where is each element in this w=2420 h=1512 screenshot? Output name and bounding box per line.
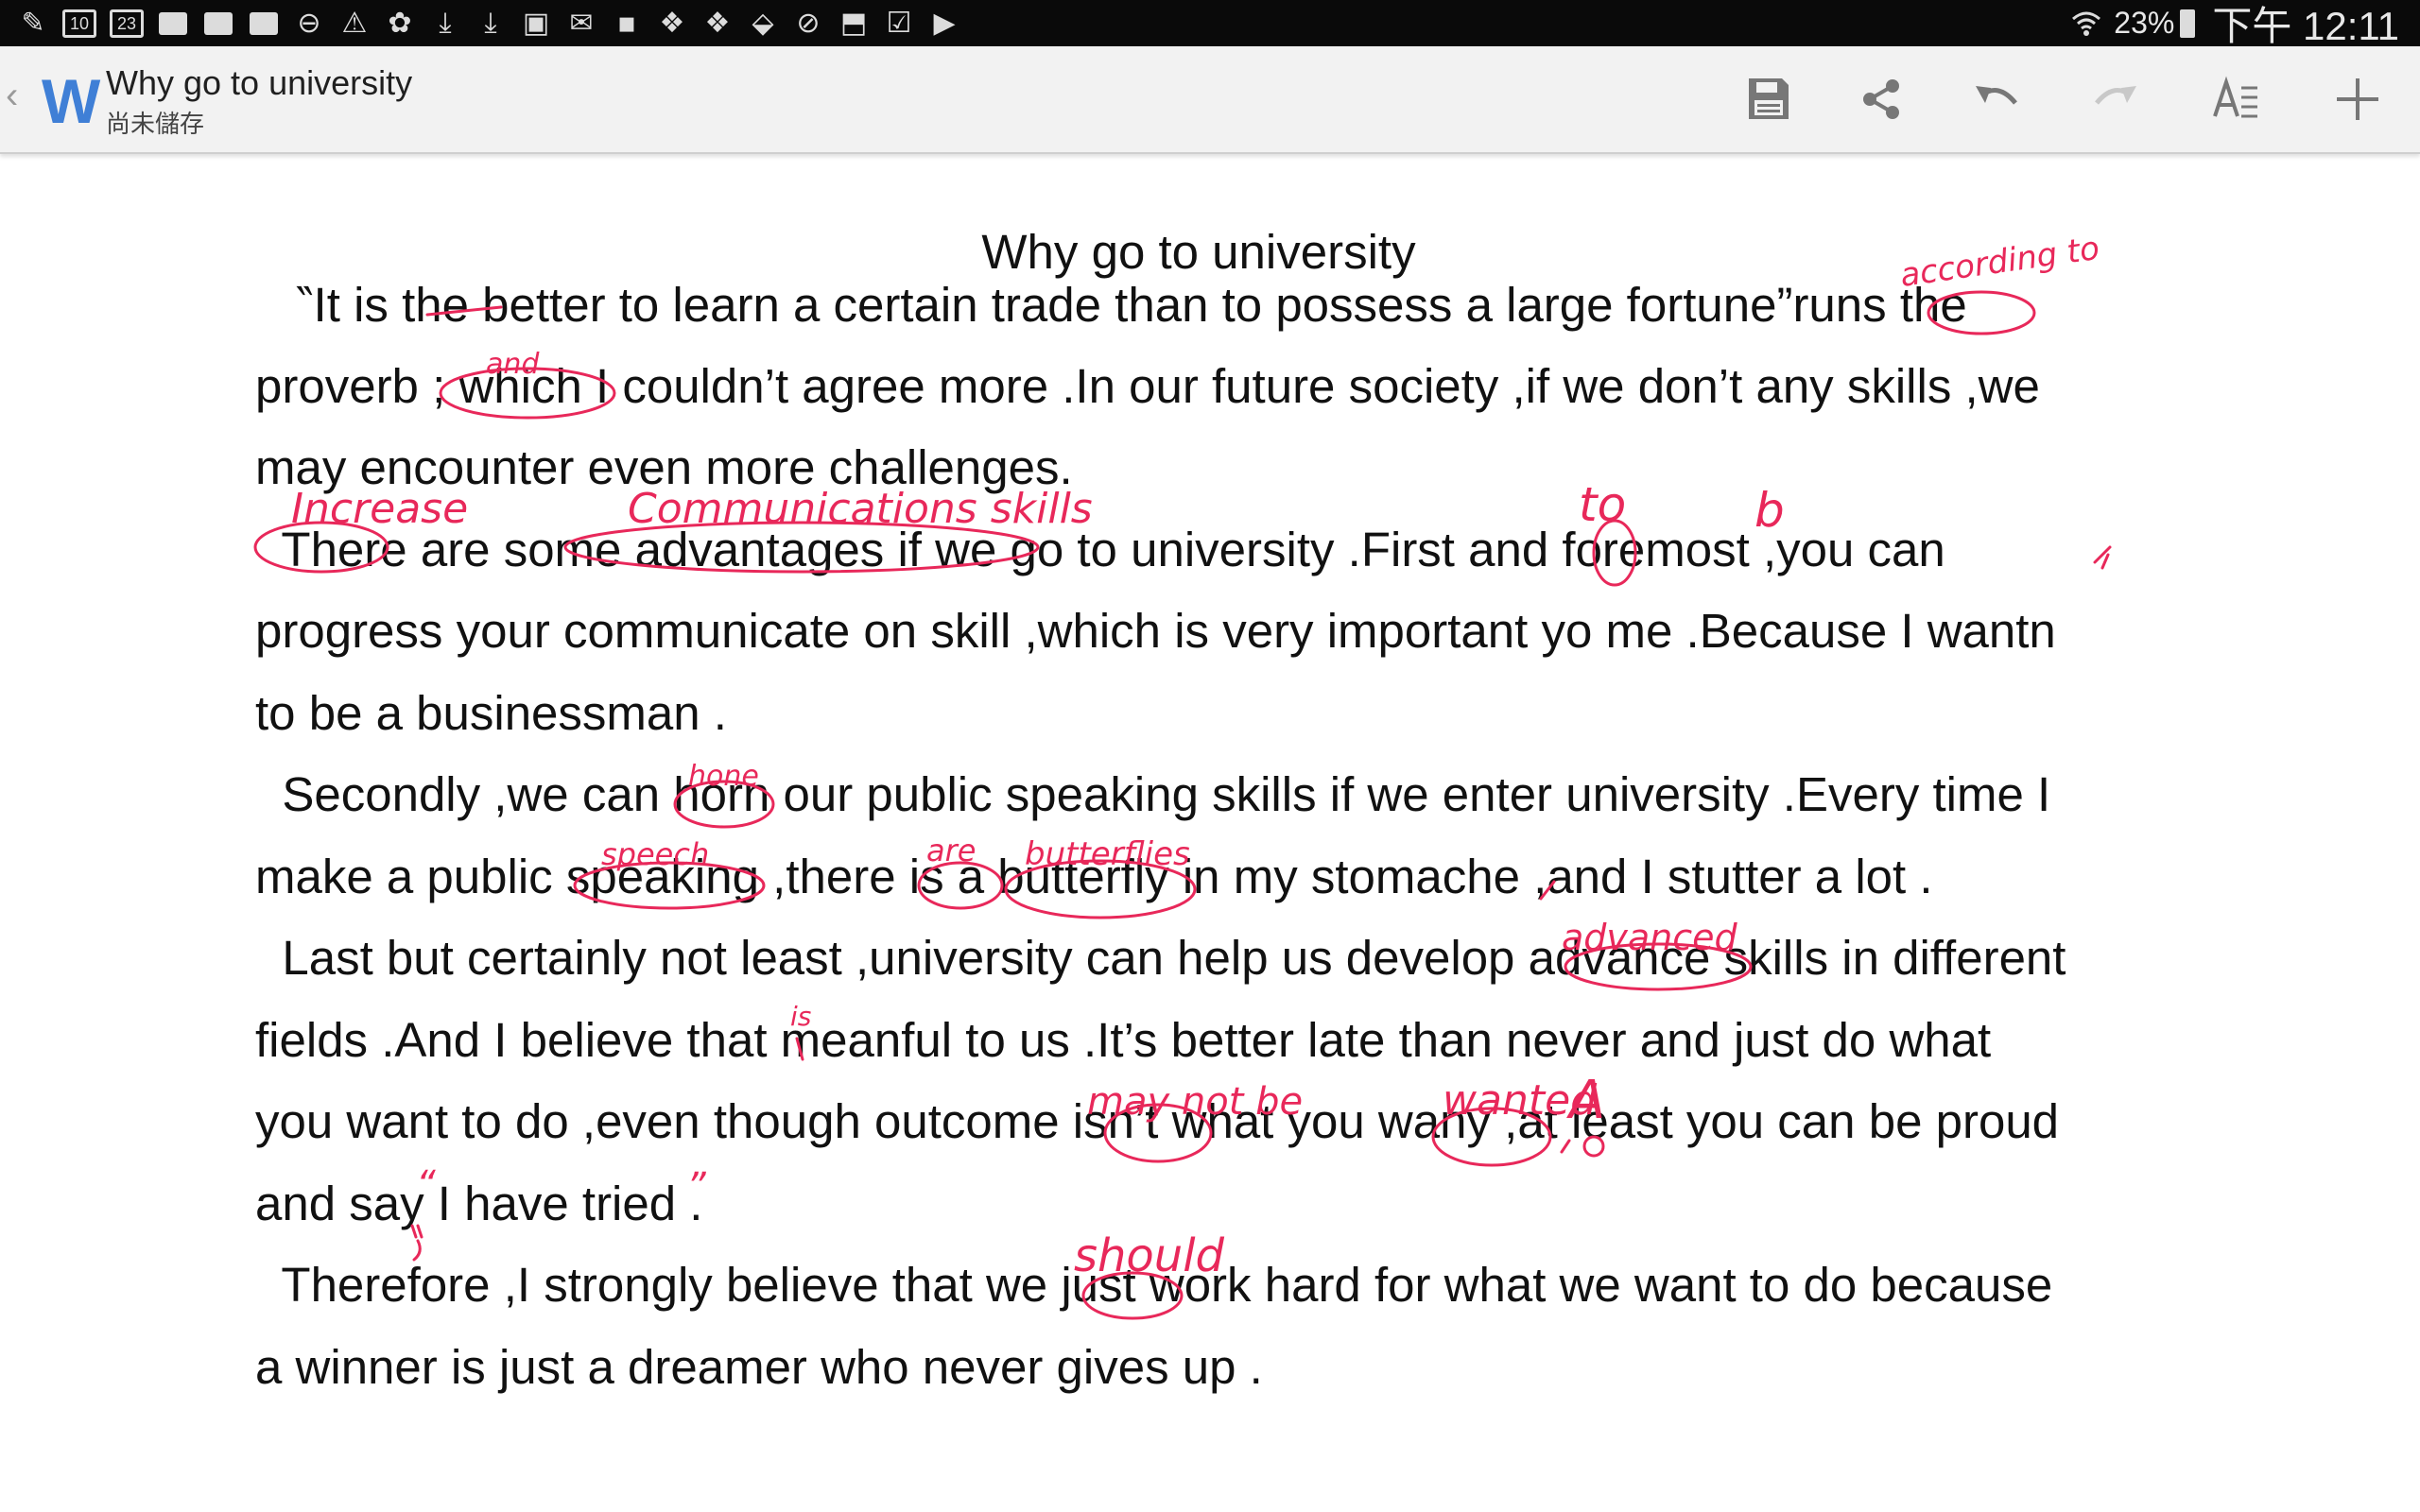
text-line: you want to do ,even though outcome isn’… xyxy=(255,1094,2060,1148)
document-heading: Why go to university xyxy=(981,225,1416,279)
battery-icon xyxy=(2180,9,2196,38)
text-line: Secondly ,we can horn our public speakin… xyxy=(255,767,2051,821)
chat-icon xyxy=(157,9,189,39)
text-format-icon xyxy=(2213,76,2257,118)
app-icon: ✎ xyxy=(21,7,45,40)
save-status: 尚未儲存 xyxy=(106,110,205,138)
image-icon: ▣ xyxy=(522,7,550,40)
document-canvas[interactable]: Why go to university ‶It is the better t… xyxy=(0,154,2420,1512)
text-line: may encounter even more challenges. xyxy=(255,440,1073,494)
text-line: make a public speaking ,there is a butte… xyxy=(255,850,1933,903)
wifi-icon xyxy=(2072,11,2101,36)
correction-mark xyxy=(2093,545,2112,570)
text-line: to be a businessman . xyxy=(255,686,727,740)
text-line: and say I have tried . xyxy=(255,1177,703,1230)
text-line: ‶It is the better to learn a certain tra… xyxy=(255,278,1967,332)
back-chevron-icon[interactable]: ‹ xyxy=(6,75,18,117)
text-line: There are some advantages if we go to un… xyxy=(255,523,1945,576)
text-line: Therefore ,I strongly believe that we ju… xyxy=(255,1258,2053,1312)
chat-icon xyxy=(248,9,280,39)
text-line: proverb ; which I couldn’t agree more .I… xyxy=(255,359,2040,413)
text-line: a winner is just a dreamer who never giv… xyxy=(255,1340,1263,1394)
app-bar: ‹ W Why go to university 尚未儲存 xyxy=(0,46,2420,154)
mail-icon: ✉ xyxy=(569,7,594,40)
share-icon xyxy=(1863,79,1899,119)
status-bar: ✎ 10 23 ⊖ ⚠ ✿ ⤓ ⤓ ▣ ✉ ▪ ❖ ❖ ⬙ ⊘ ⬒ ☑ ▶ 23… xyxy=(0,0,2420,48)
calendar-icon: 23 xyxy=(110,9,144,38)
text-format-button[interactable] xyxy=(2208,71,2265,128)
warning-icon: ⚠ xyxy=(341,7,368,40)
undo-button[interactable] xyxy=(1968,71,2025,128)
evernote-icon: ✿ xyxy=(388,7,412,40)
word-logo[interactable]: W xyxy=(42,65,100,137)
upload-icon: ⬒ xyxy=(839,7,868,40)
chat-icon xyxy=(202,9,234,39)
text-line: progress your communicate on skill ,whic… xyxy=(255,604,2056,658)
download-icon: ⤓ xyxy=(439,7,452,40)
share-button[interactable] xyxy=(1853,71,1910,128)
document-title: Why go to university xyxy=(106,63,413,102)
apps-icon: ❖ xyxy=(704,7,731,40)
text-line: Last but certainly not least ,university… xyxy=(255,931,2066,985)
add-icon xyxy=(2337,78,2378,120)
apps-icon: ❖ xyxy=(659,7,685,40)
do-not-disturb-icon: ⊖ xyxy=(297,7,321,40)
checklist-icon: ☑ xyxy=(886,7,912,40)
battery-percentage: 23% xyxy=(2114,6,2175,40)
play-icon: ▶ xyxy=(933,7,956,40)
redo-icon xyxy=(2095,86,2136,105)
calendar-icon: 10 xyxy=(62,9,96,38)
save-icon xyxy=(1749,78,1789,119)
save-button[interactable] xyxy=(1740,71,1797,128)
add-button[interactable] xyxy=(2329,71,2386,128)
undo-icon xyxy=(1976,86,2017,105)
compass-icon: ⊘ xyxy=(796,7,821,40)
clock: 下午 12:11 xyxy=(2212,4,2399,48)
download-icon: ⤓ xyxy=(484,7,497,40)
status-indicators: 23% 下午 12:11 xyxy=(2070,0,2399,48)
voicemail-icon: ▪ xyxy=(616,7,637,40)
redo-button[interactable] xyxy=(2087,71,2144,128)
download-icon: ⬙ xyxy=(752,7,774,40)
text-line: fields .And I believe that meanful to us… xyxy=(255,1013,1992,1067)
notification-icons: ✎ 10 23 ⊖ ⚠ ✿ ⤓ ⤓ ▣ ✉ ▪ ❖ ❖ ⬙ ⊘ ⬒ ☑ ▶ xyxy=(17,6,974,42)
